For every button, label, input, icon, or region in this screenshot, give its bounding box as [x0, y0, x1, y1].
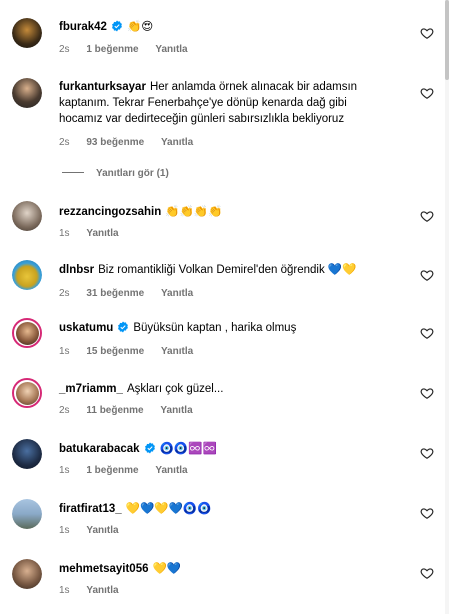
comment-likes[interactable]: 93 beğenme	[86, 137, 144, 148]
comment-likes[interactable]: 11 beğenme	[86, 405, 143, 416]
comment-time[interactable]: 2s	[59, 44, 70, 55]
comment-meta: 2s 93 beğenme Yanıtla	[59, 137, 207, 149]
comment-time[interactable]: 2s	[59, 405, 70, 416]
comment-meta: 1s Yanıtla	[59, 228, 133, 240]
comment-meta: 2s 11 beğenme Yanıtla	[59, 405, 207, 417]
heart-icon[interactable]	[420, 86, 434, 100]
heart-icon[interactable]	[420, 26, 434, 40]
avatar[interactable]	[12, 378, 42, 408]
comment-meta: 1s 1 beğenme Yanıtla	[59, 465, 202, 477]
comment-time[interactable]: 1s	[59, 525, 70, 536]
verified-badge-icon	[118, 321, 129, 333]
comment-text: dlnbsr Biz romantikliği Volkan Demirel'de…	[59, 262, 389, 278]
scrollbar-track[interactable]	[445, 0, 449, 614]
reply-button[interactable]: Yanıtla	[155, 44, 187, 55]
comment-body: 🧿🧿♾️♾️	[159, 443, 217, 455]
comment-time[interactable]: 2s	[59, 137, 70, 148]
comment-username[interactable]: uskatumu	[59, 322, 113, 334]
comment-body: 👏😍	[126, 21, 154, 33]
comment-body: Aşkları çok güzel...	[126, 383, 224, 395]
comment-body: 👏👏👏👏	[165, 206, 223, 218]
comment-likes[interactable]: 1 beğenme	[86, 465, 138, 476]
comment-text: furkanturksayar Her anlamda örnek alınaca…	[59, 79, 389, 127]
avatar[interactable]	[12, 78, 42, 108]
comment-username[interactable]: dlnbsr	[59, 264, 94, 276]
comment-text: batukarabacak 🧿🧿♾️♾️	[59, 441, 389, 457]
comment-username[interactable]: mehmetsayit056	[59, 563, 149, 575]
avatar[interactable]	[12, 439, 42, 469]
comment-text: _m7riamm_ Aşkları çok güzel...	[59, 381, 389, 397]
reply-button[interactable]: Yanıtla	[86, 525, 118, 536]
comment-meta: 2s 31 beğenme Yanıtla	[59, 288, 207, 300]
comment-text: uskatumu Büyüksün kaptan , harika olmuş	[59, 320, 389, 336]
comment-username[interactable]: batukarabacak	[59, 443, 140, 455]
comment-username[interactable]: rezzancingozsahin	[59, 206, 161, 218]
heart-icon[interactable]	[420, 506, 434, 520]
comment-text: mehmetsayit056 💛💙	[59, 561, 389, 577]
comment-likes[interactable]: 15 beğenme	[86, 346, 144, 357]
comment-time[interactable]: 2s	[59, 288, 70, 299]
comment-username[interactable]: furkanturksayar	[59, 81, 146, 93]
reply-button[interactable]: Yanıtla	[86, 228, 118, 239]
comment-meta: 1s 15 beğenme Yanıtla	[59, 346, 207, 358]
scrollbar-thumb[interactable]	[445, 0, 449, 80]
comment-username[interactable]: _m7riamm_	[59, 383, 123, 395]
divider-line	[62, 172, 84, 173]
avatar[interactable]	[12, 18, 42, 48]
view-replies-button[interactable]: Yanıtları gör (1)	[62, 168, 169, 179]
heart-icon[interactable]	[420, 209, 434, 223]
comment-body: 💛💙	[152, 563, 182, 575]
view-replies-label: Yanıtları gör (1)	[96, 168, 169, 179]
heart-icon[interactable]	[420, 446, 434, 460]
reply-button[interactable]: Yanıtla	[161, 288, 193, 299]
reply-button[interactable]: Yanıtla	[161, 137, 193, 148]
comment-meta: 2s 1 beğenme Yanıtla	[59, 44, 202, 56]
avatar[interactable]	[12, 559, 42, 589]
comment-body: 💛💙💛💙🧿🧿	[125, 503, 212, 515]
heart-icon[interactable]	[420, 566, 434, 580]
avatar[interactable]	[12, 499, 42, 529]
reply-button[interactable]: Yanıtla	[86, 585, 118, 596]
heart-icon[interactable]	[420, 326, 434, 340]
reply-button[interactable]: Yanıtla	[161, 346, 193, 357]
reply-button[interactable]: Yanıtla	[155, 465, 187, 476]
verified-badge-icon	[111, 20, 122, 32]
comment-time[interactable]: 1s	[59, 228, 70, 239]
comment-time[interactable]: 1s	[59, 346, 70, 357]
avatar[interactable]	[12, 318, 42, 348]
comment-body: Biz romantikliği Volkan Demirel'den öğre…	[98, 264, 357, 276]
comment-username[interactable]: fburak42	[59, 21, 107, 33]
comment-meta: 1s Yanıtla	[59, 585, 133, 597]
comment-meta: 1s Yanıtla	[59, 525, 133, 537]
comment-time[interactable]: 1s	[59, 585, 70, 596]
comment-text: fburak42 👏😍	[59, 19, 389, 35]
avatar[interactable]	[12, 201, 42, 231]
verified-badge-icon	[144, 442, 155, 454]
comment-username[interactable]: firatfirat13_	[59, 503, 122, 515]
reply-button[interactable]: Yanıtla	[160, 405, 192, 416]
comment-text: rezzancingozsahin 👏👏👏👏	[59, 204, 389, 220]
comment-body: Büyüksün kaptan , harika olmuş	[133, 322, 297, 334]
avatar[interactable]	[12, 260, 42, 290]
heart-icon[interactable]	[420, 386, 434, 400]
comment-text: firatfirat13_ 💛💙💛💙🧿🧿	[59, 501, 389, 517]
heart-icon[interactable]	[420, 268, 434, 282]
comment-likes[interactable]: 31 beğenme	[86, 288, 144, 299]
comment-likes[interactable]: 1 beğenme	[86, 44, 138, 55]
comment-time[interactable]: 1s	[59, 465, 70, 476]
